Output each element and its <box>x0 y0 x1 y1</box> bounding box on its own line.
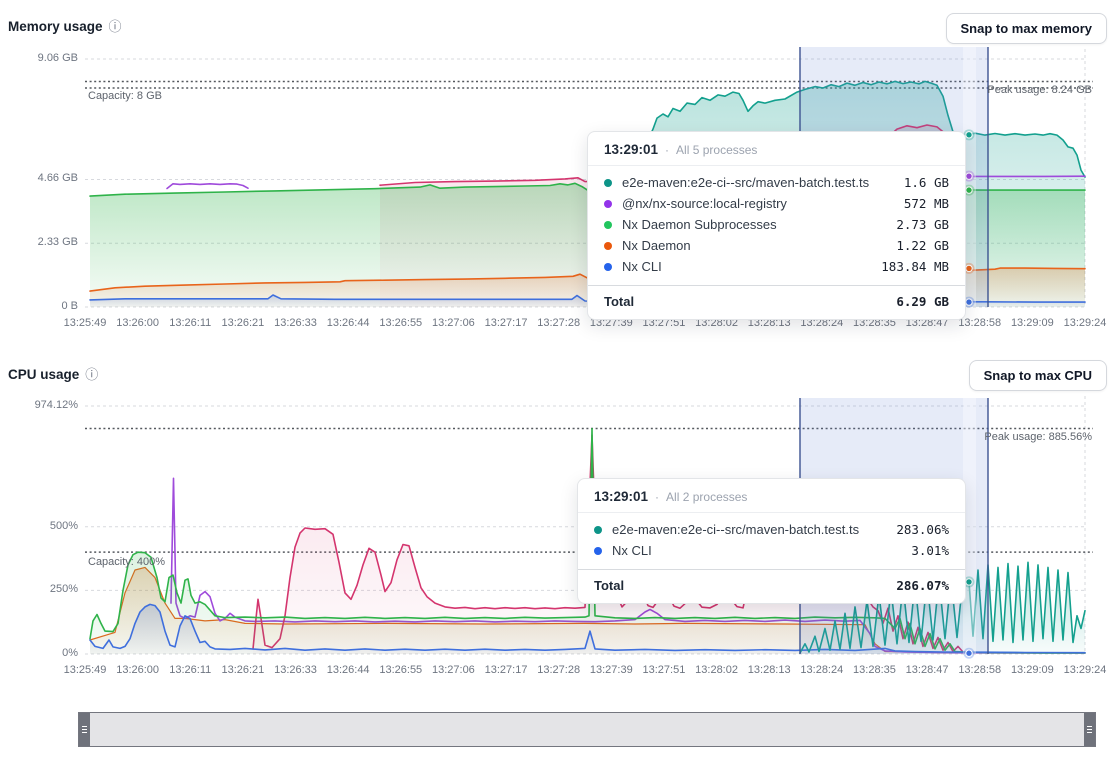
process-value: 183.84 MB <box>881 259 949 274</box>
process-name: e2e-maven:e2e-ci--src/maven-batch.test.t… <box>612 522 884 537</box>
tooltip-time: 13:29:01 <box>604 142 658 157</box>
tooltip-subtitle: All 2 processes <box>666 490 747 504</box>
process-name: @nx/nx-source:local-registry <box>622 196 892 211</box>
total-label: Total <box>604 294 634 309</box>
process-name: Nx Daemon <box>622 238 884 253</box>
tooltip-total-row: Total 286.07% <box>578 569 965 603</box>
memory-peak-label: Peak usage: 8.24 GB <box>987 84 1092 96</box>
tooltip-process-row: Nx CLI 3.01% <box>578 540 965 561</box>
series-color-dot <box>604 263 612 271</box>
cpu-capacity-label: Capacity: 400% <box>88 556 165 568</box>
series-color-dot <box>594 526 602 534</box>
cpu-tooltip: 13:29:01 · All 2 processes e2e-maven:e2e… <box>577 478 966 604</box>
process-value: 283.06% <box>896 522 949 537</box>
tooltip-process-row: e2e-maven:e2e-ci--src/maven-batch.test.t… <box>588 172 965 193</box>
tooltip-rows: e2e-maven:e2e-ci--src/maven-batch.test.t… <box>588 166 965 281</box>
tooltip-process-row: Nx Daemon 1.22 GB <box>588 235 965 256</box>
process-name: e2e-maven:e2e-ci--src/maven-batch.test.t… <box>622 175 892 190</box>
cpu-peak-label: Peak usage: 885.56% <box>984 431 1092 443</box>
process-name: Nx CLI <box>622 259 869 274</box>
timeline-scrollbar[interactable] <box>78 712 1096 747</box>
series-color-dot <box>604 200 612 208</box>
tooltip-time: 13:29:01 <box>594 489 648 504</box>
memory-tooltip: 13:29:01 · All 5 processes e2e-maven:e2e… <box>587 131 966 320</box>
y-tick-label: 250% <box>0 583 78 595</box>
process-value: 572 MB <box>904 196 949 211</box>
snap-to-max-memory-button[interactable]: Snap to max memory <box>946 13 1108 44</box>
cpu-x-axis: 13:25:4913:26:0013:26:1113:26:2113:26:33… <box>0 664 1118 678</box>
series-color-dot <box>604 179 612 187</box>
grip-icon <box>82 726 87 733</box>
y-tick-label: 974.12% <box>0 399 78 411</box>
grip-icon <box>1087 726 1092 733</box>
process-value: 1.6 GB <box>904 175 949 190</box>
series-color-dot <box>594 547 602 555</box>
total-value: 6.29 GB <box>896 294 949 309</box>
y-tick-label: 500% <box>0 520 78 532</box>
process-value: 2.73 GB <box>896 217 949 232</box>
scrollbar-left-handle[interactable] <box>79 713 90 746</box>
x-tick-label: 13:29:24 <box>1053 664 1117 676</box>
cpu-section-title: CPU usage ⓘ <box>8 367 98 382</box>
tooltip-process-row: Nx Daemon Subprocesses 2.73 GB <box>588 214 965 235</box>
memory-capacity-label: Capacity: 8 GB <box>88 90 162 102</box>
y-tick-label: 0% <box>0 647 78 659</box>
process-value: 3.01% <box>911 543 949 558</box>
tooltip-subtitle: All 5 processes <box>676 143 757 157</box>
dot-separator: · <box>655 490 659 504</box>
series-color-dot <box>604 242 612 250</box>
tooltip-rows: e2e-maven:e2e-ci--src/maven-batch.test.t… <box>578 513 965 565</box>
tooltip-header: 13:29:01 · All 5 processes <box>588 132 965 166</box>
memory-section-title: Memory usage ⓘ <box>8 19 122 34</box>
info-icon[interactable]: ⓘ <box>109 20 122 33</box>
cpu-title-text: CPU usage <box>8 367 79 382</box>
process-name: Nx CLI <box>612 543 899 558</box>
total-label: Total <box>594 578 624 593</box>
dot-separator: · <box>665 143 669 157</box>
process-name: Nx Daemon Subprocesses <box>622 217 884 232</box>
tooltip-header: 13:29:01 · All 2 processes <box>578 479 965 513</box>
total-value: 286.07% <box>896 578 949 593</box>
tooltip-process-row: Nx CLI 183.84 MB <box>588 256 965 277</box>
tooltip-process-row: @nx/nx-source:local-registry 572 MB <box>588 193 965 214</box>
info-icon[interactable]: ⓘ <box>85 368 98 381</box>
snap-to-max-cpu-button[interactable]: Snap to max CPU <box>969 360 1107 391</box>
tooltip-total-row: Total 6.29 GB <box>588 285 965 319</box>
scrollbar-right-handle[interactable] <box>1084 713 1095 746</box>
tooltip-process-row: e2e-maven:e2e-ci--src/maven-batch.test.t… <box>578 519 965 540</box>
series-color-dot <box>604 221 612 229</box>
process-value: 1.22 GB <box>896 238 949 253</box>
charts-canvas[interactable] <box>0 0 1118 761</box>
memory-title-text: Memory usage <box>8 19 103 34</box>
x-tick-label: 13:29:24 <box>1053 317 1117 329</box>
